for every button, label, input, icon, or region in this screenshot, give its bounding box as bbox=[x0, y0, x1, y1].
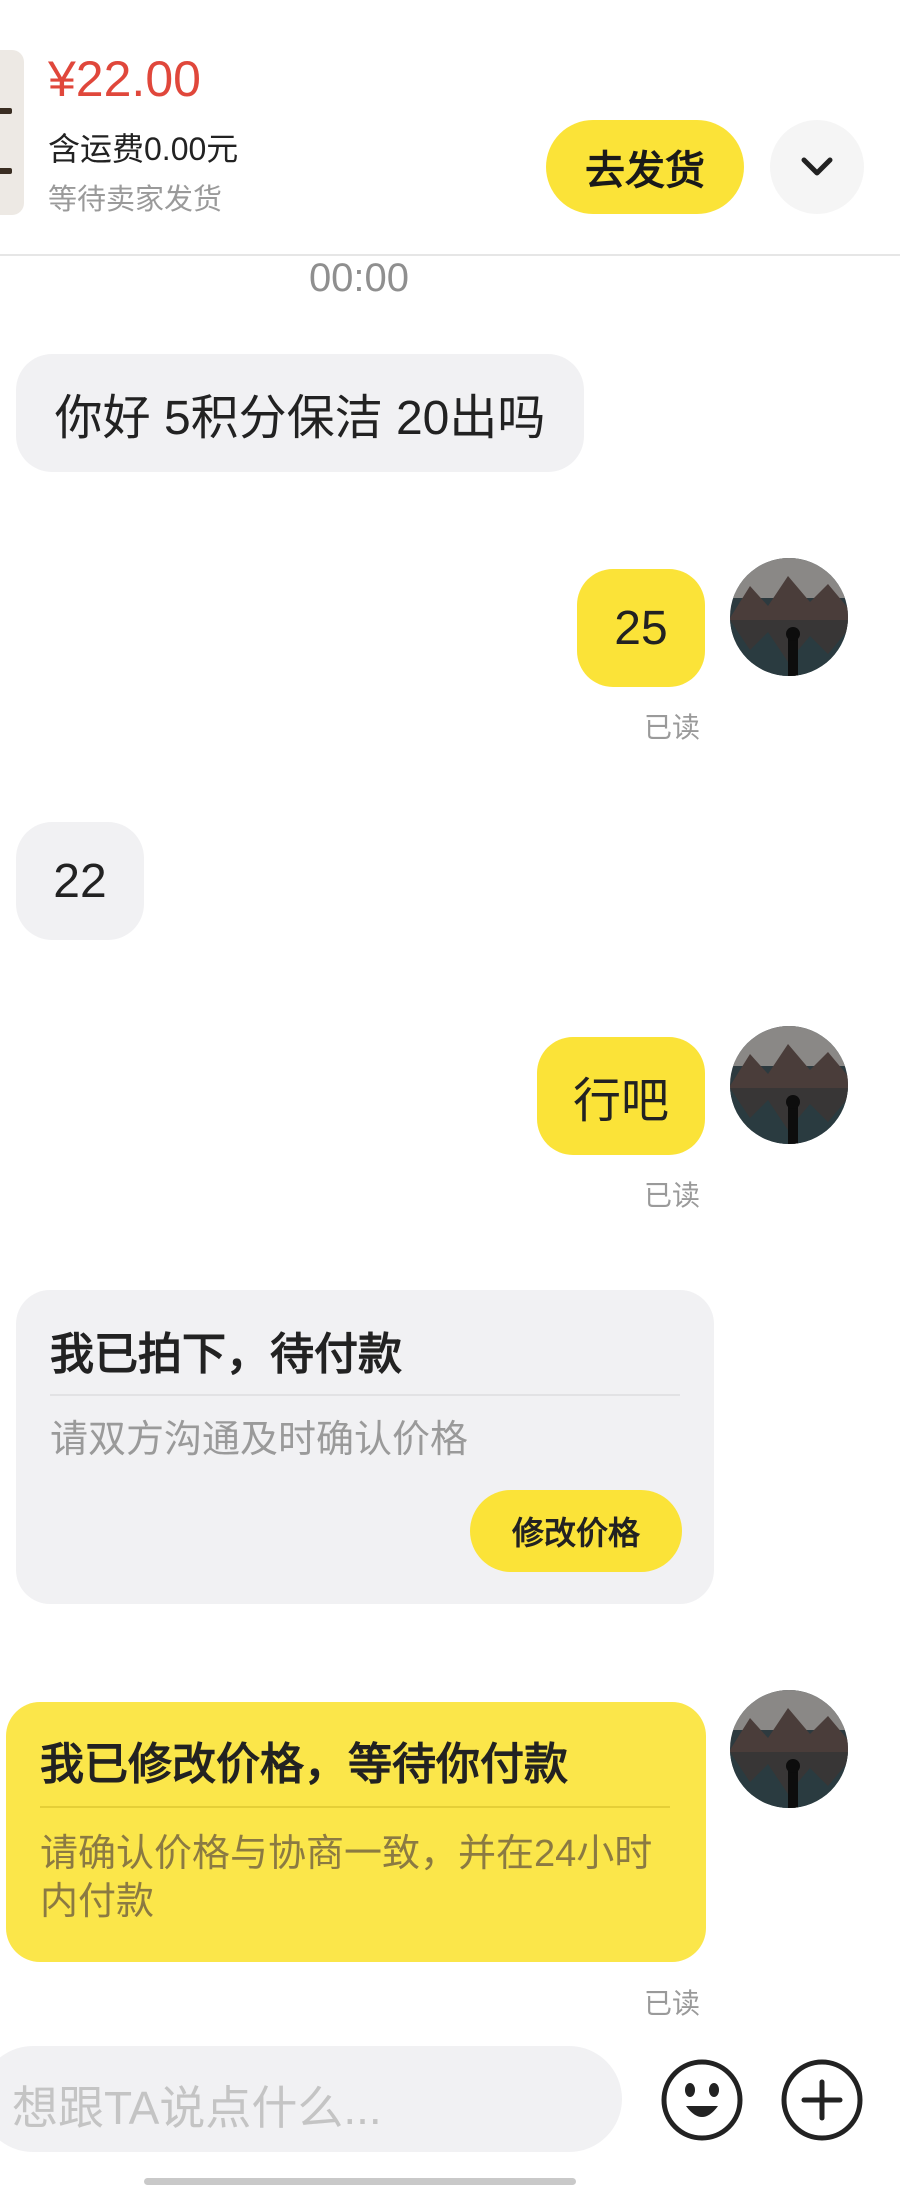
emoji-icon[interactable] bbox=[660, 2058, 744, 2142]
message-bubble-outgoing[interactable]: 25 bbox=[577, 569, 705, 687]
card-title: 我已修改价格，等待你付款 bbox=[40, 1740, 568, 1789]
message-text: 22 bbox=[53, 854, 107, 908]
ship-button[interactable]: 去发货 bbox=[546, 120, 744, 214]
expand-dropdown-button[interactable] bbox=[770, 120, 864, 214]
chevron-down-icon bbox=[801, 157, 833, 176]
home-indicator bbox=[144, 2178, 576, 2185]
read-receipt: 已读 bbox=[644, 1180, 701, 1211]
order-status-card: 我已拍下，待付款 请双方沟通及时确认价格 修改价格 bbox=[16, 1290, 714, 1604]
price-modified-card[interactable]: 我已修改价格，等待你付款 请确认价格与协商一致，并在24小时内付款 bbox=[6, 1702, 706, 1962]
message-bubble-incoming[interactable]: 你好 5积分保洁 20出吗 bbox=[16, 354, 584, 472]
chat-timestamp: 00:00 bbox=[308, 256, 410, 300]
message-input[interactable]: 想跟TA说点什么... bbox=[0, 2046, 622, 2152]
product-thumbnail[interactable] bbox=[0, 50, 24, 215]
avatar[interactable] bbox=[730, 1690, 848, 1808]
plus-circle-icon[interactable] bbox=[780, 2058, 864, 2142]
order-price: ¥22.00 bbox=[48, 51, 201, 107]
card-title: 我已拍下，待付款 bbox=[50, 1330, 402, 1379]
card-divider bbox=[40, 1806, 670, 1808]
message-bubble-outgoing[interactable]: 行吧 bbox=[537, 1037, 705, 1155]
read-receipt: 已读 bbox=[644, 1988, 701, 2019]
card-divider bbox=[50, 1394, 680, 1396]
input-placeholder: 想跟TA说点什么... bbox=[12, 2082, 382, 2134]
read-receipt: 已读 bbox=[644, 712, 701, 743]
order-header: ¥22.00 含运费0.00元 等待卖家发货 去发货 bbox=[0, 0, 900, 256]
card-description: 请双方沟通及时确认价格 bbox=[50, 1419, 469, 1461]
card-description: 请确认价格与协商一致，并在24小时内付款 bbox=[40, 1833, 653, 1923]
shipping-fee: 含运费0.00元 bbox=[48, 131, 239, 167]
avatar[interactable] bbox=[730, 1026, 848, 1144]
order-status: 等待卖家发货 bbox=[48, 184, 223, 216]
message-text: 你好 5积分保洁 20出吗 bbox=[54, 392, 546, 445]
message-text: 25 bbox=[614, 601, 668, 655]
avatar[interactable] bbox=[730, 558, 848, 676]
modify-price-button[interactable]: 修改价格 bbox=[470, 1490, 682, 1572]
message-bubble-incoming[interactable]: 22 bbox=[16, 822, 144, 940]
message-text: 行吧 bbox=[572, 1075, 669, 1128]
